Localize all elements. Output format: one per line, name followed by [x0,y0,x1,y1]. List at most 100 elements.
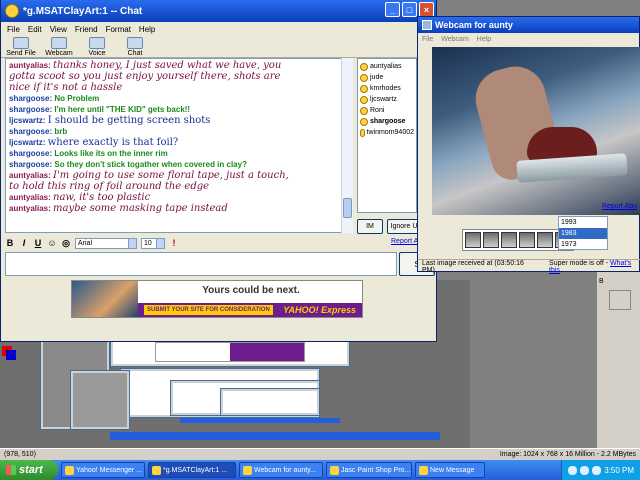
webcam-titlebar[interactable]: Webcam for aunty [418,17,639,33]
member-name: Roni [370,107,385,114]
chat-message: auntyalias: I'm going to use some floral… [9,170,349,181]
voice-button[interactable]: Voice [81,37,113,57]
report-abuse-link[interactable]: Report A [391,238,418,245]
close-button[interactable]: × [419,2,434,17]
color-icon[interactable]: ◎ [61,238,71,249]
message-text: I should be getting screen shots [47,115,211,126]
italic-button[interactable]: I [19,238,29,248]
bold-button[interactable]: B [5,238,15,248]
background-color-swatch[interactable] [6,350,16,360]
app-icon [152,465,161,475]
send-file-button[interactable]: Send File [5,37,37,57]
chat-button[interactable]: Chat [119,37,151,57]
tray-messenger-icon[interactable] [580,465,590,475]
recursive-taskbar [110,432,440,440]
chat-scrollbar[interactable] [341,58,353,233]
app-icon [419,465,428,475]
microphone-icon [89,37,105,49]
member-name: auntyalias [370,63,402,70]
message-text: So they don't stick togather when covere… [54,160,247,169]
tray-volume-icon[interactable] [592,465,602,475]
menu-view[interactable]: View [50,25,67,34]
room-member[interactable]: jude [360,72,414,83]
font-size-select[interactable]: 10 [141,237,165,249]
webcam-report-abuse-link[interactable]: Report Abu [602,203,637,210]
maximize-button[interactable]: □ [402,2,417,17]
system-tray: 3:50 PM [561,460,640,480]
chat-message: shargoose: No Problem [9,93,349,104]
viewer-avatar[interactable] [519,232,535,248]
message-sender: auntyalias: [9,61,51,70]
yahoo-express-logo: YAHOO! Express [283,305,356,315]
message-text: maybe some masking tape instead [53,203,228,214]
webcam-menu-webcam[interactable]: Webcam [441,36,469,43]
year-item[interactable]: 1973 [559,239,607,250]
scrollbar-thumb[interactable] [343,198,352,218]
webcam-icon [51,37,67,49]
viewer-avatar[interactable] [483,232,499,248]
yahoo-express-ad[interactable]: Yours could be next. SUBMIT YOUR SITE FO… [71,280,363,318]
room-member[interactable]: shargoose [360,116,414,127]
color-palette[interactable] [0,342,18,372]
member-name: ljcswartz [370,96,397,103]
underline-button[interactable]: U [33,238,43,248]
message-text: Looks like its on the inner rim [54,149,168,158]
tray-network-icon[interactable] [568,465,578,475]
recursive-frame [220,388,320,416]
chat-message: ljcswartz: where exactly is that foil? [9,137,349,148]
chat-toolbar: Send File Webcam Voice Chat [1,36,436,58]
start-button[interactable]: start [0,460,58,480]
webcam-window-title: Webcam for aunty [435,20,513,30]
room-member[interactable]: kmrhodes [360,83,414,94]
room-member[interactable]: Roni [360,105,414,116]
message-sender: shargoose: [9,160,53,169]
chat-transcript[interactable]: auntyalias: thanks honey, I just saved w… [5,58,353,233]
menu-edit[interactable]: Edit [28,25,42,34]
message-text: nice if it's not a hassle [9,82,123,93]
webcam-menu-file[interactable]: File [422,36,433,43]
room-member[interactable]: auntyalias [360,61,414,72]
message-text: to hold this ring of foil around the edg… [9,181,210,192]
send-file-icon [13,37,29,49]
menu-friend[interactable]: Friend [75,25,98,34]
webcam-icon [422,20,432,30]
ad-submit-button[interactable]: SUBMIT YOUR SITE FOR CONSIDERATION [144,305,273,315]
room-member[interactable]: twinmom94002 [360,127,414,138]
smiley-icon[interactable]: ☺ [47,238,57,248]
menu-format[interactable]: Format [106,25,131,34]
chevron-down-icon [128,238,136,248]
year-item-selected[interactable]: 1983 [559,228,607,239]
message-text: naw, it's too plastic [53,192,151,203]
menu-file[interactable]: File [7,25,20,34]
menu-help[interactable]: Help [139,25,155,34]
member-name: twinmom94002 [366,129,414,136]
ignore-user-button[interactable]: Ignore U [387,219,421,234]
viewer-avatar[interactable] [501,232,517,248]
room-member[interactable]: ljcswartz [360,94,414,105]
chat-message: auntyalias: maybe some masking tape inst… [9,203,349,214]
message-input[interactable] [5,252,397,276]
webcam-menu-help[interactable]: Help [477,36,491,43]
alert-icon[interactable]: ! [169,238,179,248]
taskbar-button[interactable]: *g.MSATClayArt:1 ... [148,462,236,478]
room-member-list[interactable]: auntyalias jude kmrhodes ljcswartz Roni sharg… [357,58,417,213]
taskbar-button[interactable]: Webcam for aunty... [239,462,323,478]
chat-message: auntyalias: naw, it's too plastic [9,192,349,203]
im-button[interactable]: IM [357,219,383,234]
minimize-button[interactable]: _ [385,2,400,17]
year-list[interactable]: 1993 1983 1973 [558,216,608,250]
webcam-button[interactable]: Webcam [43,37,75,57]
font-name-value: Arial [78,239,93,247]
taskbar-button[interactable]: New Message [415,462,485,478]
year-item[interactable]: 1993 [559,217,607,228]
viewer-avatar[interactable] [465,232,481,248]
webcam-menubar: File Webcam Help [418,33,639,45]
messenger-smiley-icon [5,4,19,18]
taskbar-button[interactable]: Yahoo! Messenger ... [61,462,145,478]
viewer-avatar[interactable] [537,232,553,248]
chat-titlebar[interactable]: *g.MSATClayArt:1 -- Chat _ □ × [1,0,436,22]
chat-message: shargoose: So they don't stick togather … [9,159,349,170]
panel-swatch[interactable] [609,290,631,310]
font-name-select[interactable]: Arial [75,237,137,249]
taskbar-button[interactable]: Jasc Paint Shop Pro... [326,462,412,478]
